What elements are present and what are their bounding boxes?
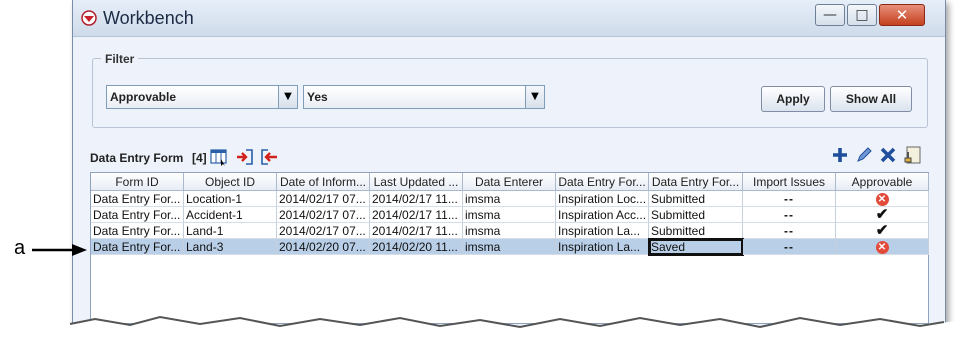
maximize-icon: □ [855, 7, 869, 23]
cell-approvable: ✕ [836, 239, 929, 255]
cell-object-id: Land-3 [184, 239, 277, 255]
cell-date-of-information: 2014/02/17 07... [277, 191, 370, 207]
chevron-down-icon[interactable]: ▼ [525, 86, 544, 108]
show-all-button[interactable]: Show All [830, 86, 912, 112]
cell-status-focused[interactable]: Saved [648, 238, 744, 256]
cell-date-of-information: 2014/02/17 07... [277, 223, 370, 239]
cell-data-enterer: imsma [463, 239, 556, 255]
cell-object-id: Land-1 [184, 223, 277, 239]
cell-import-issues: -- [743, 207, 836, 223]
table-row-selected[interactable]: Data Entry For... Land-3 2014/02/20 07..… [91, 238, 929, 256]
column-header-data-entry-form-template[interactable]: Data Entry For... [556, 173, 649, 191]
filter-value-value: Yes [307, 90, 328, 104]
cell-object-id: Accident-1 [184, 207, 277, 223]
cell-form-id: Data Entry For... [91, 191, 184, 207]
minimize-button[interactable]: — [815, 4, 845, 26]
callout-label: a [14, 237, 26, 259]
cell-approvable: ✕ [836, 191, 929, 207]
cell-template: Inspiration Loc... [556, 191, 649, 207]
cell-form-id: Data Entry For... [91, 223, 184, 239]
column-header-date-of-information[interactable]: Date of Inform... [277, 173, 370, 191]
column-header-import-issues[interactable]: Import Issues [743, 173, 836, 191]
filter-value-select[interactable]: Yes ▼ [303, 85, 545, 109]
check-icon: ✔ [875, 207, 889, 223]
cell-approvable: ✔ [836, 223, 929, 239]
record-count: [4] [192, 151, 207, 165]
cell-template: Inspiration La... [556, 239, 649, 255]
cell-data-enterer: imsma [463, 191, 556, 207]
cell-status: Submitted [649, 191, 743, 207]
x-icon: ✕ [875, 193, 889, 206]
cell-date-of-information: 2014/02/20 07... [277, 239, 370, 255]
cell-template: Inspiration Acc... [556, 207, 649, 223]
apply-button[interactable]: Apply [761, 86, 825, 112]
column-header-form-id[interactable]: Form ID [91, 173, 184, 191]
section-title: Data Entry Form [90, 151, 184, 165]
cell-import-issues: -- [743, 191, 836, 207]
minimize-icon: — [823, 7, 837, 23]
cell-import-issues: -- [743, 223, 836, 239]
cell-status: Submitted [649, 207, 743, 223]
column-header-data-entry-form-status[interactable]: Data Entry For... [649, 173, 743, 191]
edit-pencil-icon[interactable] [855, 146, 873, 164]
table-row[interactable]: Data Entry For... Location-1 2014/02/17 … [91, 191, 929, 207]
column-header-data-enterer[interactable]: Data Enterer [463, 173, 556, 191]
cell-template: Inspiration La... [556, 223, 649, 239]
table-row[interactable]: Data Entry For... Accident-1 2014/02/17 … [91, 207, 929, 223]
workbench-content: Filter Approvable ▼ Yes ▼ Apply Show All… [79, 38, 937, 328]
import-icon[interactable] [236, 148, 254, 166]
check-icon: ✔ [875, 223, 889, 239]
approve-stamp-icon[interactable] [903, 146, 921, 164]
cell-last-updated: 2014/02/20 11... [370, 239, 463, 255]
maximize-button[interactable]: □ [847, 4, 877, 26]
cell-form-id: Data Entry For... [91, 239, 184, 255]
close-button[interactable]: ✕ [879, 4, 925, 26]
table-row[interactable]: Data Entry For... Land-1 2014/02/17 07..… [91, 223, 929, 239]
filter-field-select[interactable]: Approvable ▼ [106, 85, 298, 109]
workbench-window: Workbench — □ ✕ Filter Approvable ▼ Yes … [72, 0, 946, 331]
column-header-object-id[interactable]: Object ID [184, 173, 277, 191]
app-logo-icon [81, 10, 97, 26]
cell-object-id: Location-1 [184, 191, 277, 207]
cell-form-id: Data Entry For... [91, 207, 184, 223]
cell-status: Submitted [649, 223, 743, 239]
column-header-approvable[interactable]: Approvable [836, 173, 929, 191]
callout-arrow-icon [32, 244, 87, 256]
filter-field-value: Approvable [110, 90, 177, 104]
cell-date-of-information: 2014/02/17 07... [277, 207, 370, 223]
column-header-last-updated[interactable]: Last Updated ... [370, 173, 463, 191]
cell-data-enterer: imsma [463, 223, 556, 239]
cell-last-updated: 2014/02/17 11... [370, 223, 463, 239]
table-columns-icon[interactable] [210, 148, 228, 166]
window-title: Workbench [103, 8, 194, 28]
x-icon: ✕ [875, 241, 889, 254]
filter-label: Filter [101, 52, 139, 66]
export-icon[interactable] [260, 148, 278, 166]
cell-last-updated: 2014/02/17 11... [370, 207, 463, 223]
delete-icon[interactable] [879, 146, 897, 164]
chevron-down-icon[interactable]: ▼ [278, 86, 297, 108]
close-icon: ✕ [895, 6, 909, 24]
torn-edge-decoration [0, 315, 962, 350]
table-header: Form ID Object ID Date of Inform... Last… [91, 173, 929, 191]
add-icon[interactable] [831, 146, 849, 164]
cell-approvable: ✔ [836, 207, 929, 223]
title-bar[interactable]: Workbench — □ ✕ [73, 0, 945, 37]
cell-data-enterer: imsma [463, 207, 556, 223]
cell-import-issues: -- [743, 239, 836, 255]
cell-last-updated: 2014/02/17 11... [370, 191, 463, 207]
